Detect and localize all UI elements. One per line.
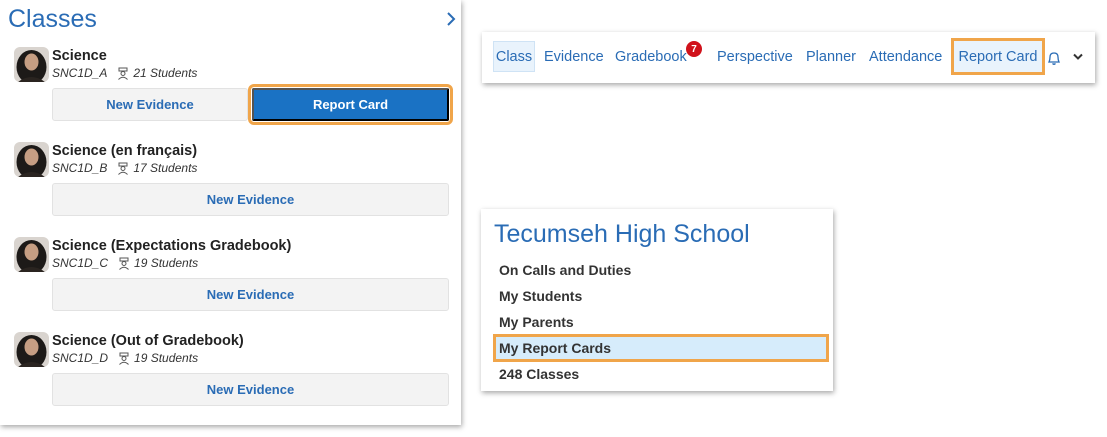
nav-perspective[interactable]: Perspective: [717, 41, 793, 72]
school-panel: Tecumseh High School On Calls and Duties…: [481, 209, 833, 391]
class-meta: SNC1D_C 19 Students: [52, 256, 198, 270]
avatar: [14, 332, 49, 367]
students-icon: [119, 352, 129, 365]
nav-class[interactable]: Class: [493, 41, 535, 72]
new-evidence-button[interactable]: New Evidence: [52, 183, 449, 216]
classes-title: Classes: [8, 5, 97, 33]
top-nav-bar: Class Evidence Gradebook 7 Perspective P…: [482, 32, 1095, 83]
menu-on-calls-and-duties[interactable]: On Calls and Duties: [499, 262, 631, 278]
class-meta: SNC1D_B 17 Students: [52, 161, 197, 175]
avatar: [14, 47, 49, 82]
gradebook-badge: 7: [686, 41, 702, 57]
student-count: 17 Students: [133, 161, 198, 175]
menu-my-report-cards[interactable]: My Report Cards: [499, 340, 611, 356]
class-code: SNC1D_A: [52, 66, 108, 80]
nav-attendance[interactable]: Attendance: [869, 41, 942, 72]
class-card: Science (Expectations Gradebook) SNC1D_C…: [14, 237, 454, 319]
bell-icon[interactable]: [1047, 50, 1061, 66]
new-evidence-button[interactable]: New Evidence: [52, 373, 449, 406]
student-count: 19 Students: [134, 256, 199, 270]
nav-planner[interactable]: Planner: [806, 41, 856, 72]
class-name[interactable]: Science (Out of Gradebook): [52, 333, 244, 349]
nav-report-card[interactable]: Report Card: [951, 38, 1045, 75]
class-code: SNC1D_D: [52, 351, 109, 365]
students-icon: [118, 162, 129, 175]
students-icon: [119, 257, 129, 270]
classes-panel: Classes Science SNC1D_A 21 Students New …: [0, 0, 461, 425]
avatar: [14, 237, 49, 272]
class-name[interactable]: Science: [52, 48, 107, 64]
class-name[interactable]: Science (en français): [52, 143, 197, 159]
menu-my-parents[interactable]: My Parents: [499, 314, 574, 330]
chevron-right-icon[interactable]: [445, 11, 457, 27]
class-card: Science (en français) SNC1D_B 17 Student…: [14, 142, 454, 224]
menu-classes[interactable]: 248 Classes: [499, 366, 579, 382]
student-count: 21 Students: [133, 66, 198, 80]
class-name[interactable]: Science (Expectations Gradebook): [52, 238, 291, 254]
avatar: [14, 142, 49, 177]
class-code: SNC1D_C: [52, 256, 109, 270]
report-card-button[interactable]: Report Card: [248, 84, 453, 125]
school-title[interactable]: Tecumseh High School: [494, 220, 750, 249]
new-evidence-button[interactable]: New Evidence: [52, 278, 449, 311]
student-count: 19 Students: [134, 351, 199, 365]
class-card: Science (Out of Gradebook) SNC1D_D 19 St…: [14, 332, 454, 414]
nav-evidence[interactable]: Evidence: [544, 41, 604, 72]
class-meta: SNC1D_D 19 Students: [52, 351, 198, 365]
new-evidence-button[interactable]: New Evidence: [52, 88, 248, 121]
students-icon: [118, 67, 129, 80]
menu-my-students[interactable]: My Students: [499, 288, 582, 304]
class-card: Science SNC1D_A 21 Students New Evidence…: [14, 47, 454, 129]
nav-gradebook[interactable]: Gradebook: [615, 41, 687, 72]
chevron-down-icon[interactable]: [1073, 53, 1083, 61]
class-code: SNC1D_B: [52, 161, 108, 175]
class-meta: SNC1D_A 21 Students: [52, 66, 197, 80]
